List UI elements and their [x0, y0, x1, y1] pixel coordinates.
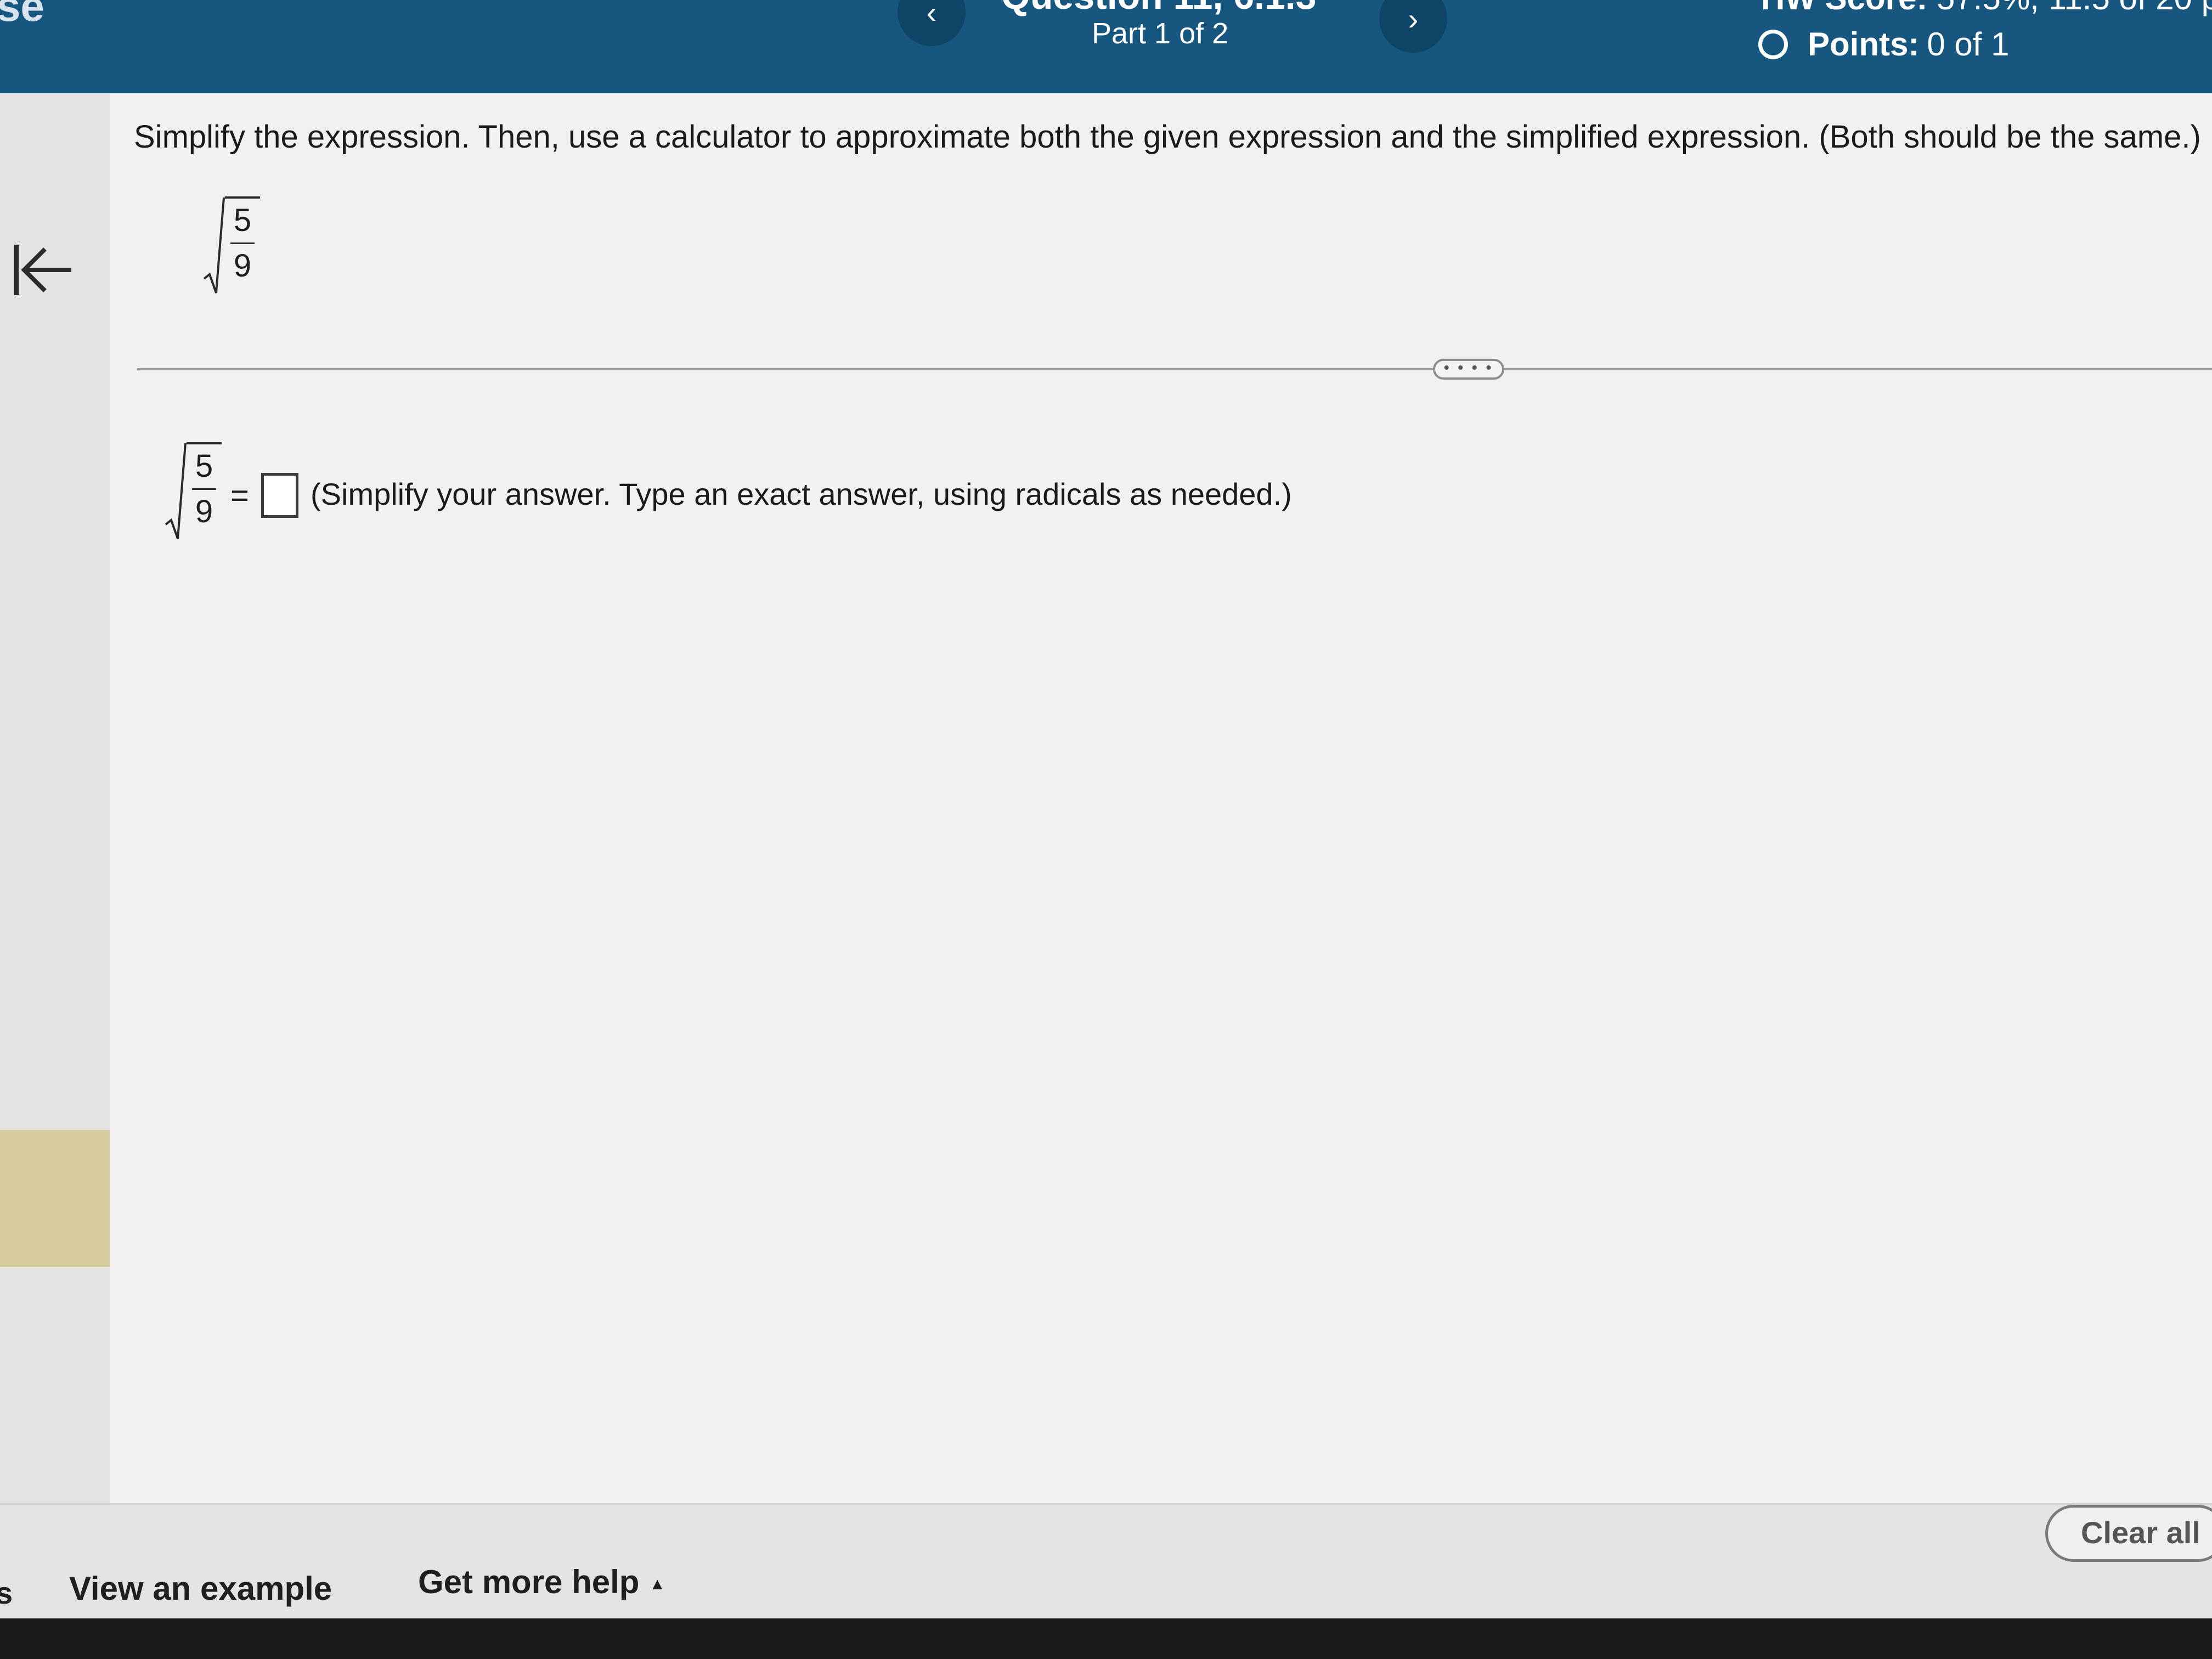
- answer-fraction: 5 9: [187, 442, 222, 541]
- points-status: Points: 0 of 1: [1758, 25, 2009, 63]
- chevron-left-icon: ‹: [926, 0, 937, 30]
- get-more-help-button[interactable]: Get more help ▲: [418, 1563, 665, 1601]
- answer-expression: 5 9: [165, 442, 222, 541]
- equals-sign: =: [230, 478, 249, 514]
- left-sidebar: [0, 93, 184, 1503]
- screen-bottom-bezel: [0, 1618, 2212, 1659]
- points-value: 0 of 1: [1927, 26, 2010, 63]
- view-example-button[interactable]: View an example: [69, 1570, 332, 1607]
- collapse-sidebar-button[interactable]: [10, 237, 76, 303]
- given-denominator: 9: [233, 248, 252, 284]
- given-numerator: 5: [233, 202, 252, 238]
- caret-up-icon: ▲: [649, 1575, 666, 1594]
- hw-score: HW Score: 57.5%, 11.5 of 20 p: [1761, 0, 2212, 17]
- answer-input[interactable]: [261, 473, 298, 518]
- part-label: Part 1 of 2: [1092, 17, 1229, 50]
- answer-instructions: (Simplify your answer. Type an exact ans…: [311, 477, 1292, 511]
- points-label: Points:: [1808, 26, 1920, 63]
- points-status-circle-icon: [1758, 29, 1788, 59]
- given-fraction: 5 9: [225, 196, 260, 295]
- get-more-help-label: Get more help: [418, 1564, 640, 1600]
- hw-score-value: 57.5%, 11.5 of 20 p: [1937, 0, 2212, 16]
- answer-numerator: 5: [195, 448, 213, 484]
- question-panel: Simplify the expression. Then, use a cal…: [110, 93, 2212, 1503]
- section-divider: [137, 368, 2212, 370]
- chevron-right-icon: ›: [1408, 1, 1419, 36]
- footer-bar: s View an example Get more help ▲ Clear a…: [0, 1503, 2212, 1620]
- expand-more-button[interactable]: • • • •: [1433, 359, 1504, 380]
- header-left-partial-text: se: [0, 0, 44, 30]
- radical-sign-icon: [203, 197, 225, 294]
- question-label: Question 11, 6.1.3: [1001, 0, 1316, 18]
- collapse-arrow-icon: [14, 245, 71, 295]
- fraction-bar: [230, 242, 255, 244]
- question-prompt: Simplify the expression. Then, use a cal…: [134, 119, 2201, 155]
- footer-left-partial-text: s: [0, 1576, 13, 1610]
- next-question-button[interactable]: ›: [1379, 0, 1447, 53]
- fraction-bar: [192, 488, 216, 490]
- previous-question-button[interactable]: ‹: [898, 0, 966, 46]
- radical-sign-icon: [165, 443, 187, 539]
- clear-all-button[interactable]: Clear all: [2045, 1505, 2212, 1562]
- given-expression: 5 9: [203, 196, 260, 295]
- top-header: se ‹ Question 11, 6.1.3 Part 1 of 2 › HW…: [0, 0, 2212, 93]
- answer-denominator: 9: [195, 494, 213, 529]
- hw-score-label: HW Score:: [1761, 0, 1927, 16]
